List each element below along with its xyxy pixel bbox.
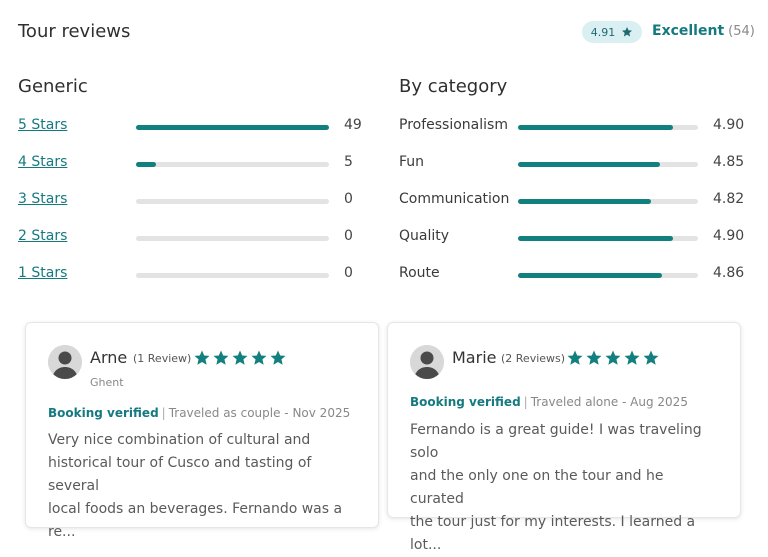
category-label: Professionalism — [399, 117, 508, 133]
star-filter-row: 4 Stars 5 — [18, 154, 363, 174]
star-icon — [605, 350, 621, 365]
reviews-header: Tour reviews 4.91 Excellent (54) — [18, 20, 755, 46]
rating-count-value: 49 — [344, 117, 362, 133]
star-filter-row: 3 Stars 0 — [18, 191, 363, 211]
star-icon — [624, 350, 640, 365]
overall-rating-value: 4.91 — [590, 25, 616, 39]
booking-verified-label: Booking verified — [48, 406, 159, 420]
rating-bar-fill — [136, 125, 329, 130]
review-text-line: and the only one on the tour and he cura… — [410, 468, 664, 507]
rating-bar-track — [136, 162, 329, 167]
review-card[interactable]: Arne (1 Review) Ghent Booking verified | T… — [25, 322, 379, 540]
booking-verified-label: Booking verified — [410, 395, 521, 409]
category-score: 4.85 — [713, 154, 745, 170]
rating-count-value: 0 — [344, 228, 353, 244]
category-bar-track — [518, 162, 698, 167]
category-bar-fill — [518, 236, 673, 241]
star-icon — [270, 350, 286, 365]
reviewer-location: Ghent — [90, 376, 124, 389]
review-meta: Booking verified | Traveled as couple - No… — [48, 406, 351, 420]
star-icon — [232, 350, 248, 365]
star-icon — [251, 350, 267, 365]
reviewer-name: Marie — [452, 348, 497, 367]
rating-bar-track — [136, 236, 329, 241]
rating-bar-fill — [136, 162, 156, 167]
category-label: Quality — [399, 228, 450, 244]
category-bar-track — [518, 125, 698, 130]
star-filter-link-5[interactable]: 5 Stars — [18, 117, 67, 133]
traveled-info: Traveled alone - Aug 2025 — [530, 395, 688, 409]
star-filter-row: 1 Stars 0 — [18, 265, 363, 285]
star-filter-row: 2 Stars 0 — [18, 228, 363, 248]
rating-count-value: 5 — [344, 154, 353, 170]
category-row: Communication 4.82 — [399, 191, 744, 211]
star-filter-row: 5 Stars 49 — [18, 117, 363, 137]
review-meta: Booking verified | Traveled alone - Aug 20… — [410, 395, 688, 409]
category-bar-track — [518, 273, 698, 278]
review-stars — [193, 349, 287, 367]
reviewer-name: Arne — [90, 348, 128, 367]
review-text: Very nice combination of cultural and hi… — [48, 429, 358, 544]
review-stars — [566, 349, 660, 367]
category-label: Route — [399, 265, 440, 281]
generic-section-title: Generic — [18, 76, 88, 97]
rating-count: (54) — [728, 24, 755, 39]
rating-bar-track — [136, 273, 329, 278]
star-icon — [194, 350, 210, 365]
category-score: 4.82 — [713, 191, 745, 207]
rating-bar-track — [136, 199, 329, 204]
category-score: 4.90 — [713, 117, 745, 133]
category-bar-fill — [518, 199, 652, 204]
rating-bar-track — [136, 125, 329, 130]
review-text: Fernando is a great guide! I was traveli… — [410, 419, 720, 557]
traveled-info: Traveled as couple - Nov 2025 — [168, 406, 351, 420]
review-text-line: Very nice combination of cultural and — [48, 432, 311, 448]
star-filter-link-4[interactable]: 4 Stars — [18, 154, 67, 170]
category-bar-fill — [518, 162, 661, 167]
category-section-title: By category — [399, 76, 508, 97]
category-row: Quality 4.90 — [399, 228, 744, 248]
star-icon — [643, 350, 659, 365]
review-text-line: the tour just for my interests. I learne… — [410, 514, 696, 553]
category-bar-track — [518, 236, 698, 241]
category-bar-fill — [518, 273, 662, 278]
category-bar-track — [518, 199, 698, 204]
star-icon — [213, 350, 229, 365]
reviewer-review-count: (1 Review) — [133, 352, 192, 365]
category-bar-fill — [518, 125, 673, 130]
star-icon — [567, 350, 583, 365]
category-score: 4.90 — [713, 228, 745, 244]
review-text-line: local foods an beverages. Fernando was a… — [48, 501, 343, 540]
user-avatar-icon — [48, 345, 82, 379]
category-label: Fun — [399, 154, 425, 170]
reviewer-review-count: (2 Reviews) — [501, 352, 566, 365]
page-title: Tour reviews — [18, 21, 131, 42]
rating-summary: Excellent (54) — [652, 23, 755, 39]
category-row: Route 4.86 — [399, 265, 744, 285]
review-text-line: historical tour of Cusco and tasting of … — [48, 455, 312, 494]
rating-count-value: 0 — [344, 265, 353, 281]
star-filter-link-3[interactable]: 3 Stars — [18, 191, 67, 207]
review-text-line: Fernando is a great guide! I was traveli… — [410, 422, 702, 461]
category-row: Fun 4.85 — [399, 154, 744, 174]
category-label: Communication — [399, 191, 510, 207]
category-score: 4.86 — [713, 265, 745, 281]
user-avatar-icon — [410, 345, 444, 379]
star-icon — [586, 350, 602, 365]
rating-label: Excellent — [652, 23, 725, 39]
star-filter-link-2[interactable]: 2 Stars — [18, 228, 67, 244]
star-filter-link-1[interactable]: 1 Stars — [18, 265, 67, 281]
star-icon — [622, 27, 633, 37]
category-row: Professionalism 4.90 — [399, 117, 744, 137]
overall-rating-badge: 4.91 — [582, 21, 642, 43]
rating-count-value: 0 — [344, 191, 353, 207]
review-card[interactable]: Marie (2 Reviews) Booking verified | Trave… — [387, 322, 741, 553]
